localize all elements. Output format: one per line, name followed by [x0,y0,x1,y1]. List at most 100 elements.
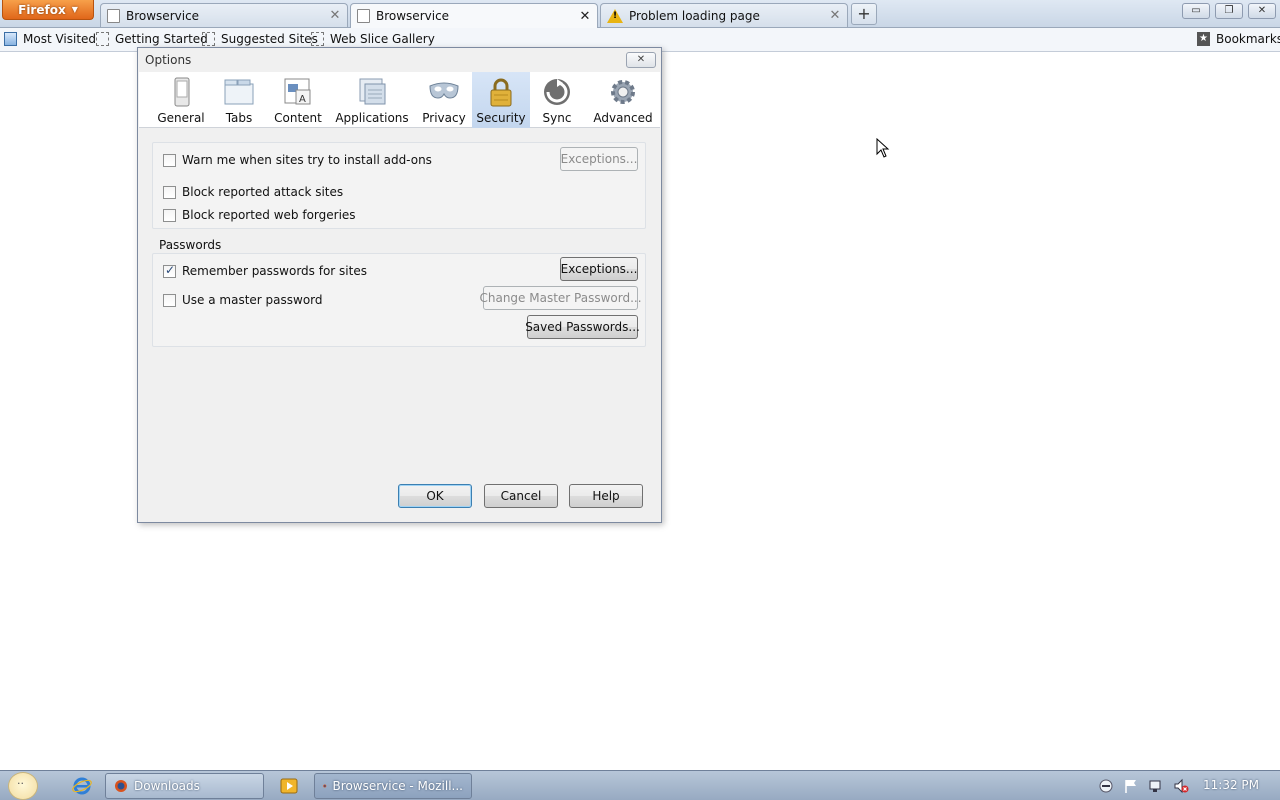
firefox-icon [115,780,127,792]
remember-passwords-checkbox[interactable] [163,263,176,278]
taskbar-browservice-mozilla[interactable]: Browservice - Mozill... [314,773,472,799]
dialog-titlebar[interactable]: Options ✕ [138,48,661,72]
pane-label: Privacy [422,111,466,125]
pane-privacy[interactable]: Privacy [419,72,469,128]
bookmark-label: Suggested Sites [221,32,318,46]
taskbar-downloads[interactable]: Downloads [105,773,264,799]
bookmark-suggested-sites[interactable]: Suggested Sites [202,32,318,46]
start-button[interactable] [8,772,38,800]
mouse-cursor-icon [876,138,890,158]
new-tab-button[interactable]: + [851,3,877,25]
privacy-mask-icon [429,82,459,99]
bookmarks-menu-label: Bookmarks [1216,32,1280,46]
remember-passwords-label: Remember passwords for sites [182,264,367,278]
tab-strip: Firefox ▼ Browservice ✕ Browservice ✕ Pr… [0,0,1280,28]
chevron-down-icon: ▼ [71,5,78,14]
bookmarks-menu-button[interactable]: ★ Bookmarks [1197,32,1280,46]
internet-explorer-icon[interactable] [72,776,92,796]
taskbar-item-label: Browservice - Mozill... [332,779,463,793]
bookmark-most-visited[interactable]: Most Visited [4,32,96,46]
dialog-close-button[interactable]: ✕ [626,52,656,68]
block-attack-label: Block reported attack sites [182,185,344,199]
warn-addons-option[interactable]: Warn me when sites try to install add-on… [163,153,432,167]
tabs-icon [224,79,254,105]
taskbar: Downloads Browservice - Mozill... 11:32 … [0,770,1280,800]
firefox-icon [323,784,327,788]
block-forgeries-label: Block reported web forgeries [182,208,356,222]
bookmark-label: Getting Started [115,32,208,46]
pane-label: Tabs [225,111,253,125]
block-attack-option[interactable]: Block reported attack sites [163,185,343,199]
ok-button[interactable]: OK [398,484,472,508]
pane-label: Applications [335,111,409,125]
tab-browservice-1[interactable]: Browservice ✕ [100,3,348,27]
taskbar-item-label: Downloads [134,779,200,793]
tab-label: Problem loading page [629,8,760,23]
media-player-icon[interactable] [279,776,299,796]
block-forgeries-option[interactable]: Block reported web forgeries [163,208,356,222]
master-password-label: Use a master password [182,293,323,307]
firefox-menu-button[interactable]: Firefox ▼ [2,0,94,20]
pane-advanced[interactable]: Advanced [592,72,654,128]
firefox-menu-label: Firefox [18,2,66,17]
block-forgeries-checkbox[interactable] [163,208,176,222]
bookmark-web-slice-gallery[interactable]: Web Slice Gallery [311,32,435,46]
warn-addons-checkbox[interactable] [163,153,176,167]
language-bar-icon[interactable] [1098,778,1114,794]
pane-label: Content [274,111,322,125]
master-password-option[interactable]: Use a master password [163,293,323,307]
addons-exceptions-button[interactable]: Exceptions... [560,147,638,171]
pane-applications[interactable]: Applications [335,72,409,128]
pane-tabs[interactable]: Tabs [219,72,259,128]
saved-passwords-button[interactable]: Saved Passwords... [525,315,640,339]
restore-button[interactable]: ❐ [1215,3,1243,19]
tab-close-icon[interactable]: ✕ [579,9,591,24]
sync-icon [544,79,570,105]
master-password-checkbox[interactable] [163,293,176,307]
most-visited-icon [4,32,17,46]
passwords-caption: Passwords [159,238,222,252]
password-exceptions-button[interactable]: Exceptions... [560,257,638,281]
security-group: Warn me when sites try to install add-on… [152,142,646,229]
star-icon: ★ [1197,32,1210,46]
warn-addons-label: Warn me when sites try to install add-on… [182,153,432,167]
pane-general[interactable]: General [156,72,206,128]
gear-icon [611,80,635,104]
page-icon [202,32,215,46]
tab-close-icon[interactable]: ✕ [329,8,341,23]
options-dialog: Options ✕ General Tabs A Content Applica… [137,47,662,523]
tab-close-icon[interactable]: ✕ [829,8,841,23]
general-icon [174,77,190,107]
cancel-button[interactable]: Cancel [484,484,558,508]
bookmark-label: Web Slice Gallery [330,32,435,46]
tab-problem-loading[interactable]: Problem loading page ✕ [600,3,848,27]
pane-security[interactable]: Security [472,72,530,128]
applications-icon [359,78,386,105]
close-window-button[interactable]: ✕ [1248,3,1276,19]
dialog-title: Options [145,53,192,67]
pane-sync[interactable]: Sync [537,72,577,128]
pane-label: Sync [542,111,572,125]
action-center-flag-icon[interactable] [1123,778,1139,794]
page-icon [311,32,324,46]
block-attack-checkbox[interactable] [163,185,176,199]
options-pane-selector: General Tabs A Content Applications Priv… [139,72,660,128]
pane-label: Security [476,111,526,125]
volume-muted-icon[interactable] [1173,778,1189,794]
tab-browservice-2[interactable]: Browservice ✕ [350,3,598,28]
pane-content[interactable]: A Content [269,72,327,128]
page-icon [357,9,370,23]
tab-label: Browservice [376,9,450,23]
warning-icon [607,8,623,23]
minimize-button[interactable]: ▭ [1182,3,1210,19]
padlock-icon [490,78,512,107]
network-icon[interactable] [1148,778,1164,794]
remember-passwords-option[interactable]: Remember passwords for sites [163,263,367,278]
change-master-password-button[interactable]: Change Master Password... [479,286,642,310]
pane-label: Advanced [593,111,653,125]
bookmark-getting-started[interactable]: Getting Started [96,32,208,46]
tab-label: Browservice [126,8,200,23]
help-button[interactable]: Help [569,484,643,508]
svg-text:A: A [299,94,306,105]
system-clock[interactable]: 11:32 PM [1196,778,1266,792]
